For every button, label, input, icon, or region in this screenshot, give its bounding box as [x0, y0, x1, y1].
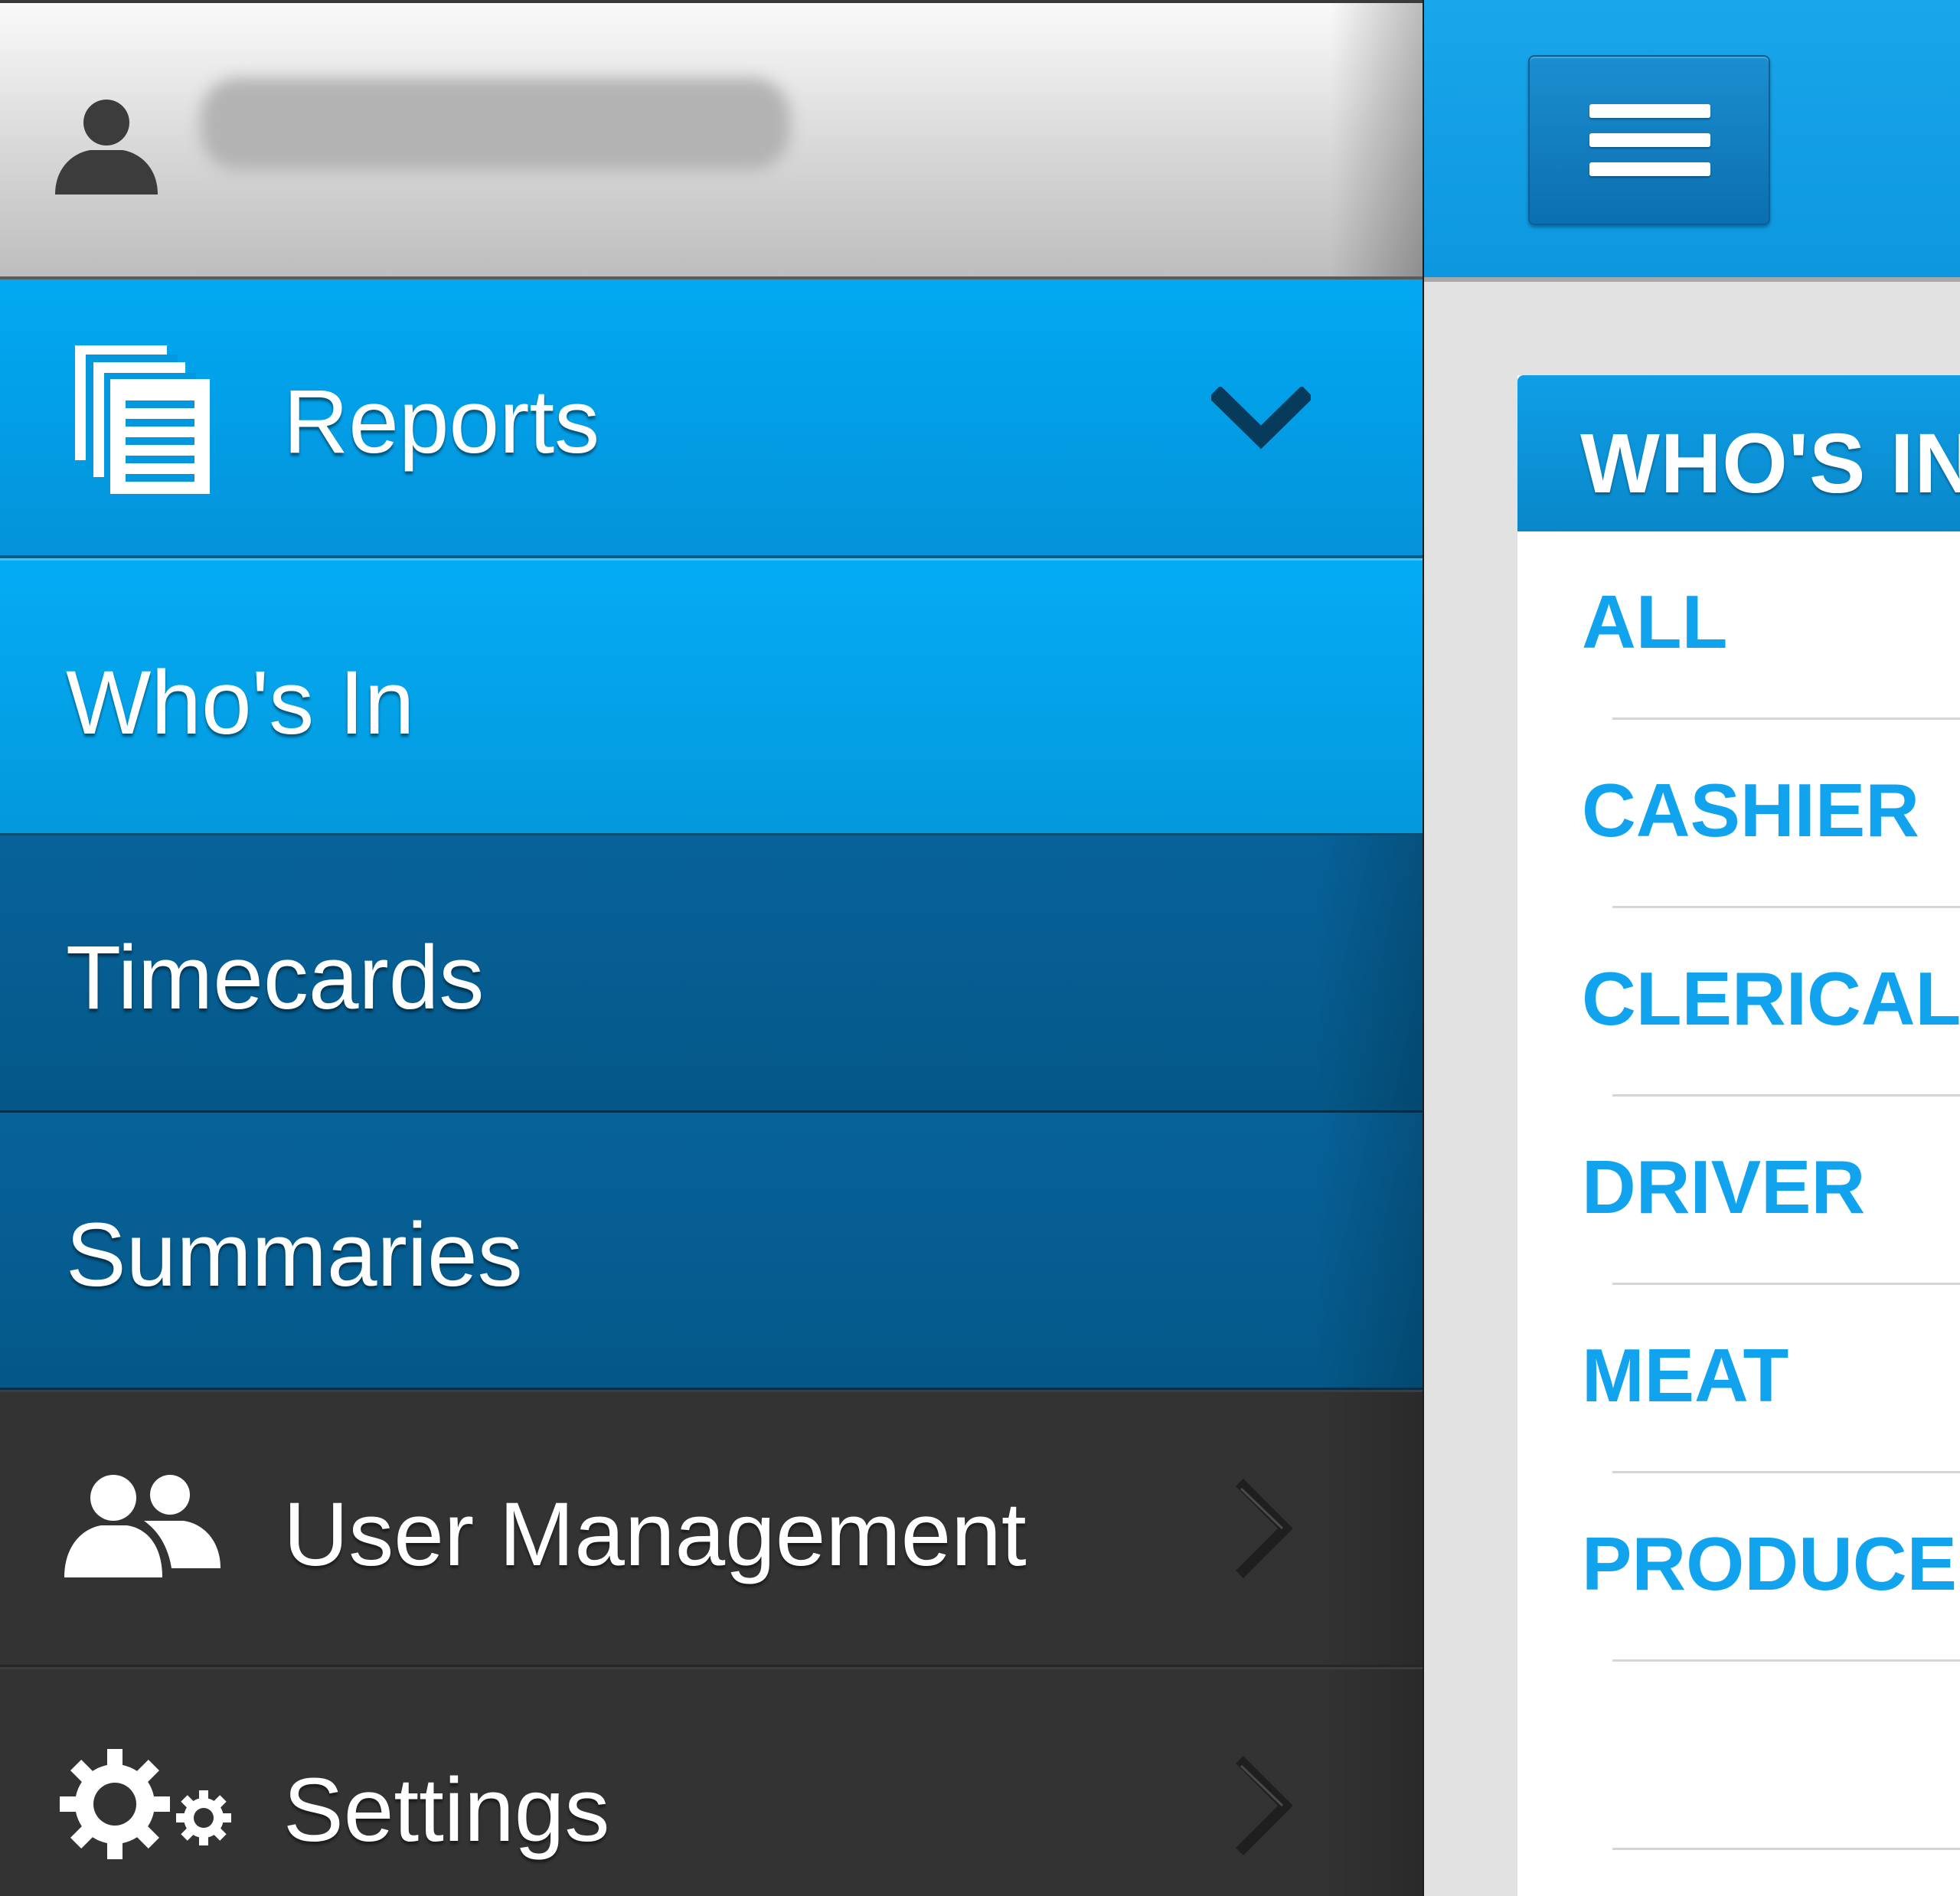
category-label: DRIVER [1582, 1145, 1866, 1229]
chevron-right-icon [1236, 1479, 1293, 1578]
category-label: CLERICAL [1582, 956, 1960, 1041]
drawer-shadow-edge [1315, 1392, 1423, 1665]
category-item-driver[interactable]: DRIVER [1517, 1097, 1960, 1285]
drawer-shadow-edge [1331, 3, 1423, 276]
hamburger-menu-icon [1589, 133, 1710, 147]
whos-in-panel: WHO'S IN ALL CASHIER CLERICAL DRIVER MEA… [1517, 375, 1960, 1896]
submenu-item-whos-in[interactable]: Who's In [0, 558, 1423, 835]
hamburger-menu-icon [1589, 104, 1710, 118]
drawer-shadow-edge [1315, 1113, 1423, 1388]
users-icon [64, 1475, 220, 1577]
category-label: MEAT [1582, 1333, 1789, 1417]
main-content: WHO'S IN ALL CASHIER CLERICAL DRIVER MEA… [1423, 0, 1960, 1896]
menu-item-label: Settings [283, 1760, 610, 1861]
navigation-drawer: Reports Who's In Timecards Summaries Use… [0, 0, 1423, 1896]
category-item-empty [1517, 1662, 1960, 1850]
panel-title: WHO'S IN [1580, 417, 1960, 511]
chevron-right-icon [1236, 1756, 1293, 1855]
menu-item-label: Timecards [66, 927, 485, 1028]
drawer-shadow-edge [1315, 835, 1423, 1110]
menu-item-user-management[interactable]: User Management [0, 1390, 1423, 1667]
submenu-item-timecards[interactable]: Timecards [0, 835, 1423, 1113]
username-redacted [201, 78, 790, 170]
category-item-cashier[interactable]: CASHIER [1517, 720, 1960, 908]
panel-header: WHO'S IN [1517, 375, 1960, 531]
hamburger-menu-button[interactable] [1528, 55, 1770, 225]
menu-item-label: Reports [283, 371, 600, 472]
category-label: PRODUCE [1582, 1522, 1958, 1606]
hamburger-menu-icon [1589, 162, 1710, 176]
menu-item-settings[interactable]: Settings [0, 1667, 1423, 1896]
category-label: ALL [1582, 580, 1728, 664]
category-label: CASHIER [1582, 768, 1920, 852]
category-item-clerical[interactable]: CLERICAL [1517, 908, 1960, 1097]
category-item-meat[interactable]: MEAT [1517, 1285, 1960, 1473]
drawer-shadow-edge [1315, 1669, 1423, 1896]
user-profile-header[interactable] [0, 0, 1423, 279]
chevron-down-icon [1211, 387, 1311, 449]
category-item-all[interactable]: ALL [1517, 531, 1960, 720]
menu-item-reports[interactable]: Reports [0, 279, 1423, 558]
category-list: ALL CASHIER CLERICAL DRIVER MEAT PRODUCE [1517, 531, 1960, 1850]
reports-icon [75, 345, 210, 494]
divider [1612, 1848, 1960, 1850]
submenu-item-summaries[interactable]: Summaries [0, 1113, 1423, 1390]
menu-item-label: Summaries [66, 1205, 523, 1306]
user-avatar-icon [55, 100, 158, 195]
gears-icon [60, 1749, 231, 1859]
menu-item-label: Who's In [66, 652, 415, 753]
top-app-bar [1424, 0, 1960, 282]
menu-item-label: User Management [283, 1484, 1027, 1585]
category-item-produce[interactable]: PRODUCE [1517, 1473, 1960, 1662]
